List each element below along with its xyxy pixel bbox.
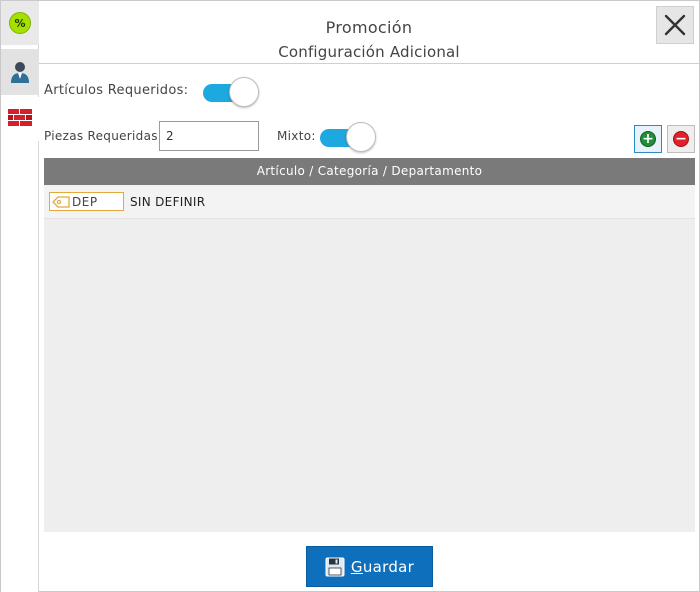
toggle-knob: [346, 122, 376, 152]
rail-tab-promotion[interactable]: %: [1, 1, 39, 45]
mixed-toggle[interactable]: [320, 122, 376, 152]
items-table: Artículo / Categoría / Departamento DEP …: [44, 158, 695, 532]
floppy-disk-icon: [325, 557, 345, 576]
type-tag: DEP: [49, 192, 124, 211]
tag-icon: [52, 196, 70, 208]
dialog-subtitle: Configuración Adicional: [278, 43, 460, 61]
tag-label: DEP: [72, 194, 98, 209]
dialog-header: Promoción Configuración Adicional: [39, 1, 699, 64]
required-items-label: Artículos Requeridos:: [44, 83, 189, 98]
mixed-label: Mixto:: [277, 129, 316, 143]
minus-circle-icon: −: [673, 131, 689, 147]
bricks-icon: [8, 109, 32, 126]
table-row[interactable]: DEP SIN DEFINIR: [44, 185, 695, 219]
customer-icon: [11, 62, 29, 83]
rail-tab-customer[interactable]: [1, 49, 39, 95]
side-rail: %: [1, 1, 39, 592]
plus-circle-icon: +: [640, 131, 656, 147]
table-header: Artículo / Categoría / Departamento: [44, 158, 695, 185]
toggle-knob: [229, 77, 259, 107]
close-icon: [664, 14, 686, 36]
required-items-toggle[interactable]: [203, 77, 259, 107]
rail-tab-department[interactable]: [1, 97, 39, 141]
dialog-title: Promoción: [325, 18, 413, 37]
save-button[interactable]: Guardar: [306, 546, 433, 587]
remove-item-button[interactable]: −: [667, 125, 695, 153]
close-button[interactable]: [656, 6, 694, 44]
row-description: SIN DEFINIR: [130, 194, 206, 209]
promotion-window: % Promoción Configuración Adicional Artí…: [0, 0, 700, 592]
pieces-required-input[interactable]: [159, 121, 259, 151]
pieces-required-label: Piezas Requeridas:: [44, 129, 163, 143]
save-button-label: Guardar: [350, 557, 415, 576]
percent-badge-icon: %: [9, 12, 31, 34]
add-item-button[interactable]: +: [634, 125, 662, 153]
